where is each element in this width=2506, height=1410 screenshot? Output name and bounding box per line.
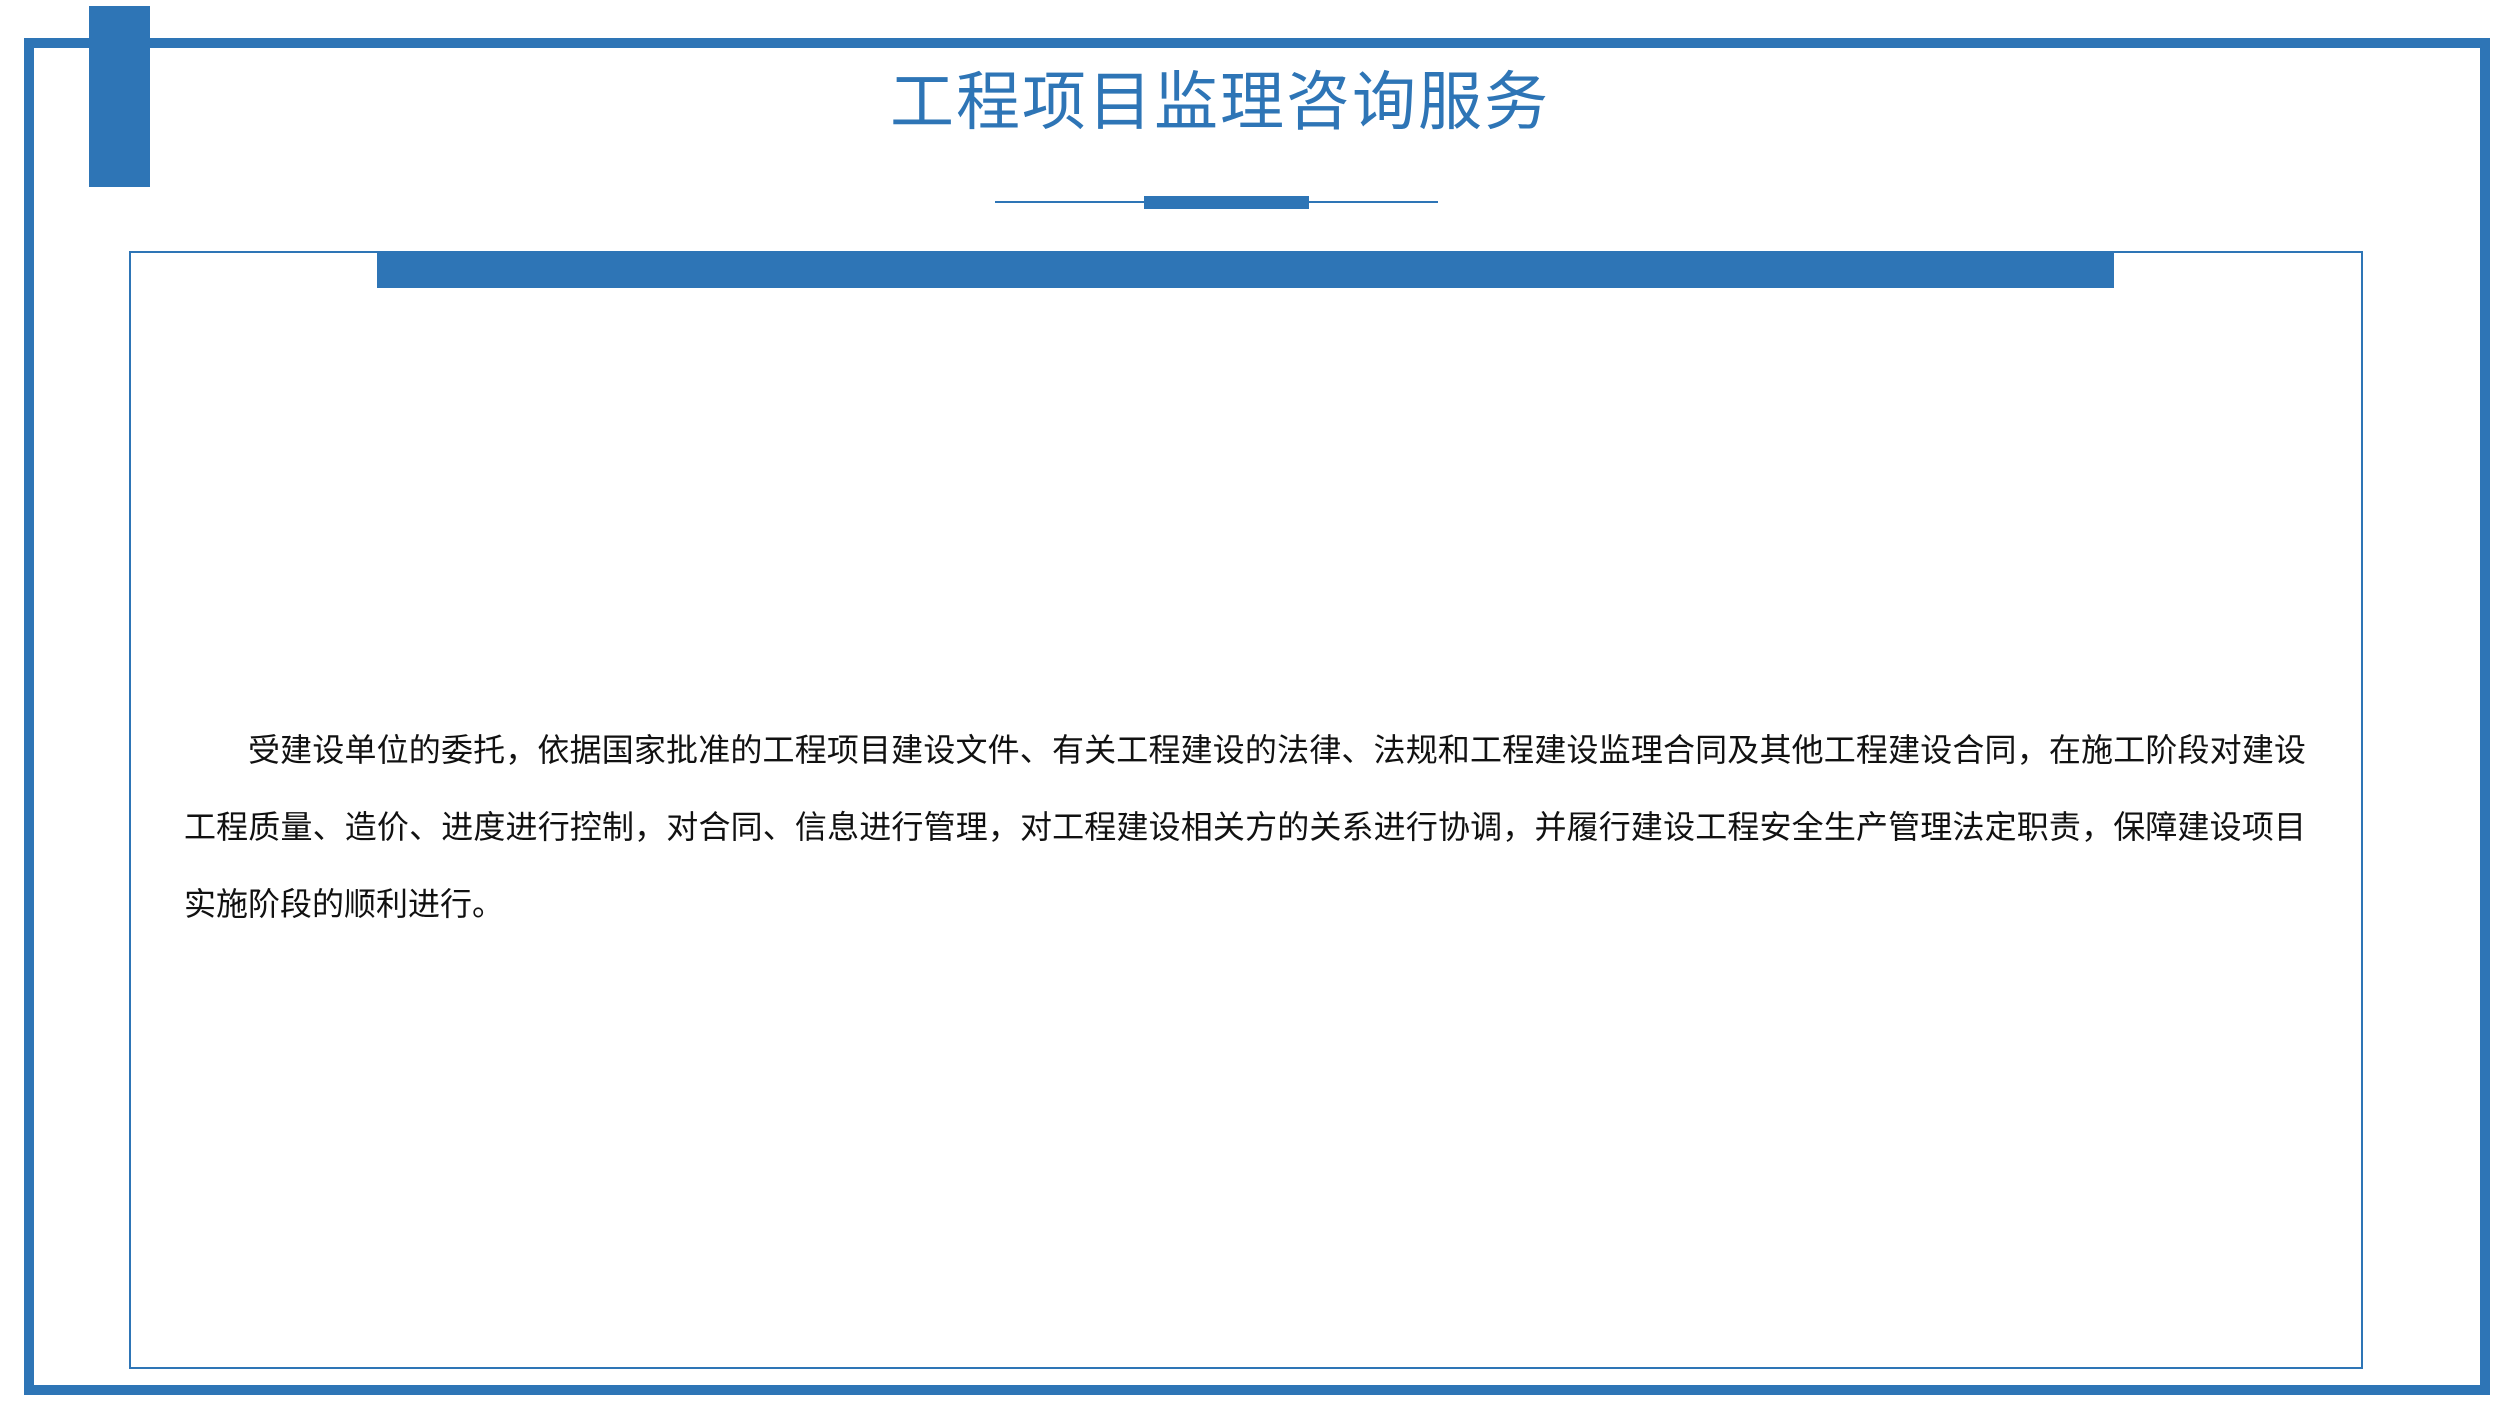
slide-title: 工程项目监理咨询服务 [890,66,1550,140]
content-top-bar [377,253,2114,288]
title-underline-bar [1144,196,1309,209]
body-paragraph: 受建设单位的委托，依据国家批准的工程项目建设文件、有关工程建设的法律、法规和工程… [184,731,2306,923]
slide: 工程项目监理咨询服务 受建设单位的委托，依据国家批准的工程项目建设文件、有关工程… [0,0,2506,1410]
